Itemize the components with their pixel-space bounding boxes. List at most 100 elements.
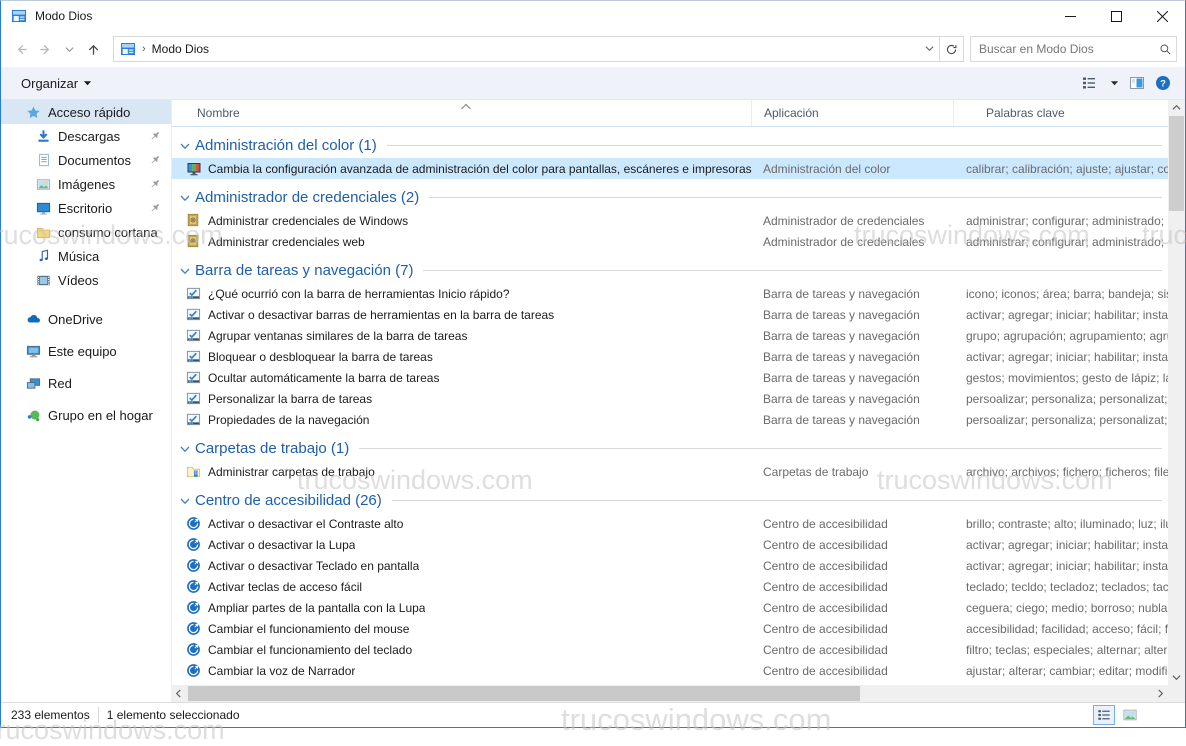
sidebar-item-label: Música [58, 249, 99, 264]
group-header[interactable]: Barra de tareas y navegación (7) [172, 257, 1168, 283]
forward-button[interactable] [33, 37, 57, 61]
item-name-cell: Cambiar el funcionamiento del mouse [172, 621, 752, 637]
back-button[interactable] [9, 37, 33, 61]
sidebar-item-grupo-en-el-hogar[interactable]: Grupo en el hogar [1, 403, 171, 427]
search-input[interactable] [971, 42, 1154, 56]
item-name: Cambiar la voz de Narrador [208, 664, 355, 678]
list-item[interactable]: Administrar carpetas de trabajoCarpetas … [172, 461, 1168, 482]
list-item[interactable]: Activar o desactivar la LupaCentro de ac… [172, 534, 1168, 555]
vertical-scrollbar[interactable] [1168, 100, 1185, 685]
taskbar-icon [186, 412, 202, 428]
thumbnail-view-button[interactable] [1119, 705, 1141, 725]
scroll-down-icon[interactable] [1168, 670, 1185, 685]
item-name-cell: Cambiar la voz de Narrador [172, 663, 752, 679]
change-view-button[interactable] [1081, 75, 1097, 91]
list-item[interactable]: Activar o desactivar Teclado en pantalla… [172, 555, 1168, 576]
sidebar-item-vídeos[interactable]: Vídeos [1, 268, 171, 292]
group-header[interactable]: Carpetas de trabajo (1) [172, 435, 1168, 461]
sidebar-item-este-equipo[interactable]: Este equipo [1, 339, 171, 363]
sidebar-item-acceso-rápido[interactable]: Acceso rápido [1, 100, 171, 124]
item-application: Centro de accesibilidad [752, 643, 954, 657]
scroll-left-icon[interactable] [171, 685, 186, 702]
list-item[interactable]: ¿Qué ocurrió con la barra de herramienta… [172, 283, 1168, 304]
minimize-button[interactable] [1047, 1, 1093, 31]
list-item[interactable]: Cambiar la voz de NarradorCentro de acce… [172, 660, 1168, 681]
group-title: Barra de tareas y navegación (7) [195, 262, 413, 279]
godmode-app-icon [11, 8, 27, 24]
recent-locations-button[interactable] [57, 37, 81, 61]
sidebar-item-label: Grupo en el hogar [48, 408, 153, 423]
view-dropdown-icon[interactable] [1107, 79, 1119, 88]
list-item[interactable]: Cambiar el funcionamiento del mouseCentr… [172, 618, 1168, 639]
search-box[interactable] [970, 36, 1177, 62]
ease-of-access-icon [186, 537, 202, 553]
up-button[interactable] [81, 37, 105, 61]
item-name-cell: Bloquear o desbloquear la barra de tarea… [172, 349, 752, 365]
refresh-button[interactable] [940, 36, 964, 62]
computer-icon [25, 343, 42, 360]
scroll-up-icon[interactable] [1168, 100, 1185, 115]
horizontal-scroll-thumb[interactable] [188, 686, 860, 701]
item-keywords: grupo; agrupación; agrupamiento; agru [954, 329, 1168, 343]
item-application: Barra de tareas y navegación [752, 350, 954, 364]
help-button[interactable]: ? [1155, 75, 1171, 91]
horizontal-scrollbar[interactable] [171, 685, 1168, 702]
organize-button[interactable]: Organizar [21, 76, 92, 91]
sidebar-item-escritorio[interactable]: Escritorio [1, 196, 171, 220]
sidebar-item-onedrive[interactable]: OneDrive [1, 307, 171, 331]
item-application: Barra de tareas y navegación [752, 392, 954, 406]
list-item[interactable]: Propiedades de la navegaciónBarra de tar… [172, 409, 1168, 430]
taskbar-icon [186, 349, 202, 365]
list-item[interactable]: Activar o desactivar el Contraste altoCe… [172, 513, 1168, 534]
list-item[interactable]: Agrupar ventanas similares de la barra d… [172, 325, 1168, 346]
item-name-cell: Activar o desactivar la Lupa [172, 537, 752, 553]
sidebar-item-label: consumo cortana [58, 225, 158, 240]
column-header-aplicacion[interactable]: Aplicación [752, 100, 954, 126]
ease-of-access-icon [186, 579, 202, 595]
chevron-down-icon[interactable] [179, 139, 191, 151]
breadcrumb[interactable]: Modo Dios [152, 42, 209, 56]
item-name-cell: Administrar credenciales web [172, 234, 752, 250]
list-item[interactable]: Activar teclas de acceso fácilCentro de … [172, 576, 1168, 597]
sidebar-item-descargas[interactable]: Descargas [1, 124, 171, 148]
group-header[interactable]: Centro de accesibilidad (26) [172, 487, 1168, 513]
chevron-down-icon[interactable] [179, 494, 191, 506]
list-item[interactable]: Cambiar el funcionamiento del tecladoCen… [172, 639, 1168, 660]
list-item[interactable]: Bloquear o desbloquear la barra de tarea… [172, 346, 1168, 367]
list-item[interactable]: Cambia la configuración avanzada de admi… [172, 158, 1168, 179]
sidebar-item-documentos[interactable]: Documentos [1, 148, 171, 172]
sidebar-item-consumo-cortana[interactable]: consumo cortana [1, 220, 171, 244]
chevron-down-icon[interactable] [179, 442, 191, 454]
chevron-down-icon[interactable] [179, 191, 191, 203]
list-item[interactable]: Personalizar la barra de tareas Barra de … [172, 388, 1168, 409]
group-header[interactable]: Administración del color (1) [172, 132, 1168, 158]
item-name-cell: Cambia la configuración avanzada de admi… [172, 161, 752, 177]
documents-icon [35, 152, 52, 169]
details-view-button[interactable] [1093, 705, 1115, 725]
sidebar-item-música[interactable]: Música [1, 244, 171, 268]
sidebar-item-label: Descargas [58, 129, 120, 144]
list-item[interactable]: Administrar credenciales de WindowsAdmin… [172, 210, 1168, 231]
list-item[interactable]: Activar o desactivar barras de herramien… [172, 304, 1168, 325]
address-bar[interactable]: › Modo Dios [113, 36, 940, 62]
list-item[interactable]: Ocultar automáticamente la barra de tare… [172, 367, 1168, 388]
item-name-cell: Activar o desactivar Teclado en pantalla [172, 558, 752, 574]
column-header-palabras-clave[interactable]: Palabras clave [954, 100, 1168, 126]
list-item[interactable]: Administrar credenciales webAdministrado… [172, 231, 1168, 252]
search-icon[interactable] [1154, 43, 1176, 56]
close-button[interactable] [1139, 1, 1185, 31]
scroll-right-icon[interactable] [1153, 685, 1168, 702]
chevron-down-icon[interactable] [179, 264, 191, 276]
maximize-button[interactable] [1093, 1, 1139, 31]
vertical-scroll-thumb[interactable] [1169, 116, 1184, 211]
list-item[interactable]: Ampliar partes de la pantalla con la Lup… [172, 597, 1168, 618]
item-application: Centro de accesibilidad [752, 559, 954, 573]
ease-of-access-icon [186, 600, 202, 616]
item-name: Administrar credenciales web [208, 235, 365, 249]
sidebar-item-imágenes[interactable]: Imágenes [1, 172, 171, 196]
address-dropdown-icon[interactable] [919, 40, 939, 58]
sidebar-item-red[interactable]: Red [1, 371, 171, 395]
item-name: Personalizar la barra de tareas [208, 392, 372, 406]
group-header[interactable]: Administrador de credenciales (2) [172, 184, 1168, 210]
preview-pane-button[interactable] [1129, 75, 1145, 91]
